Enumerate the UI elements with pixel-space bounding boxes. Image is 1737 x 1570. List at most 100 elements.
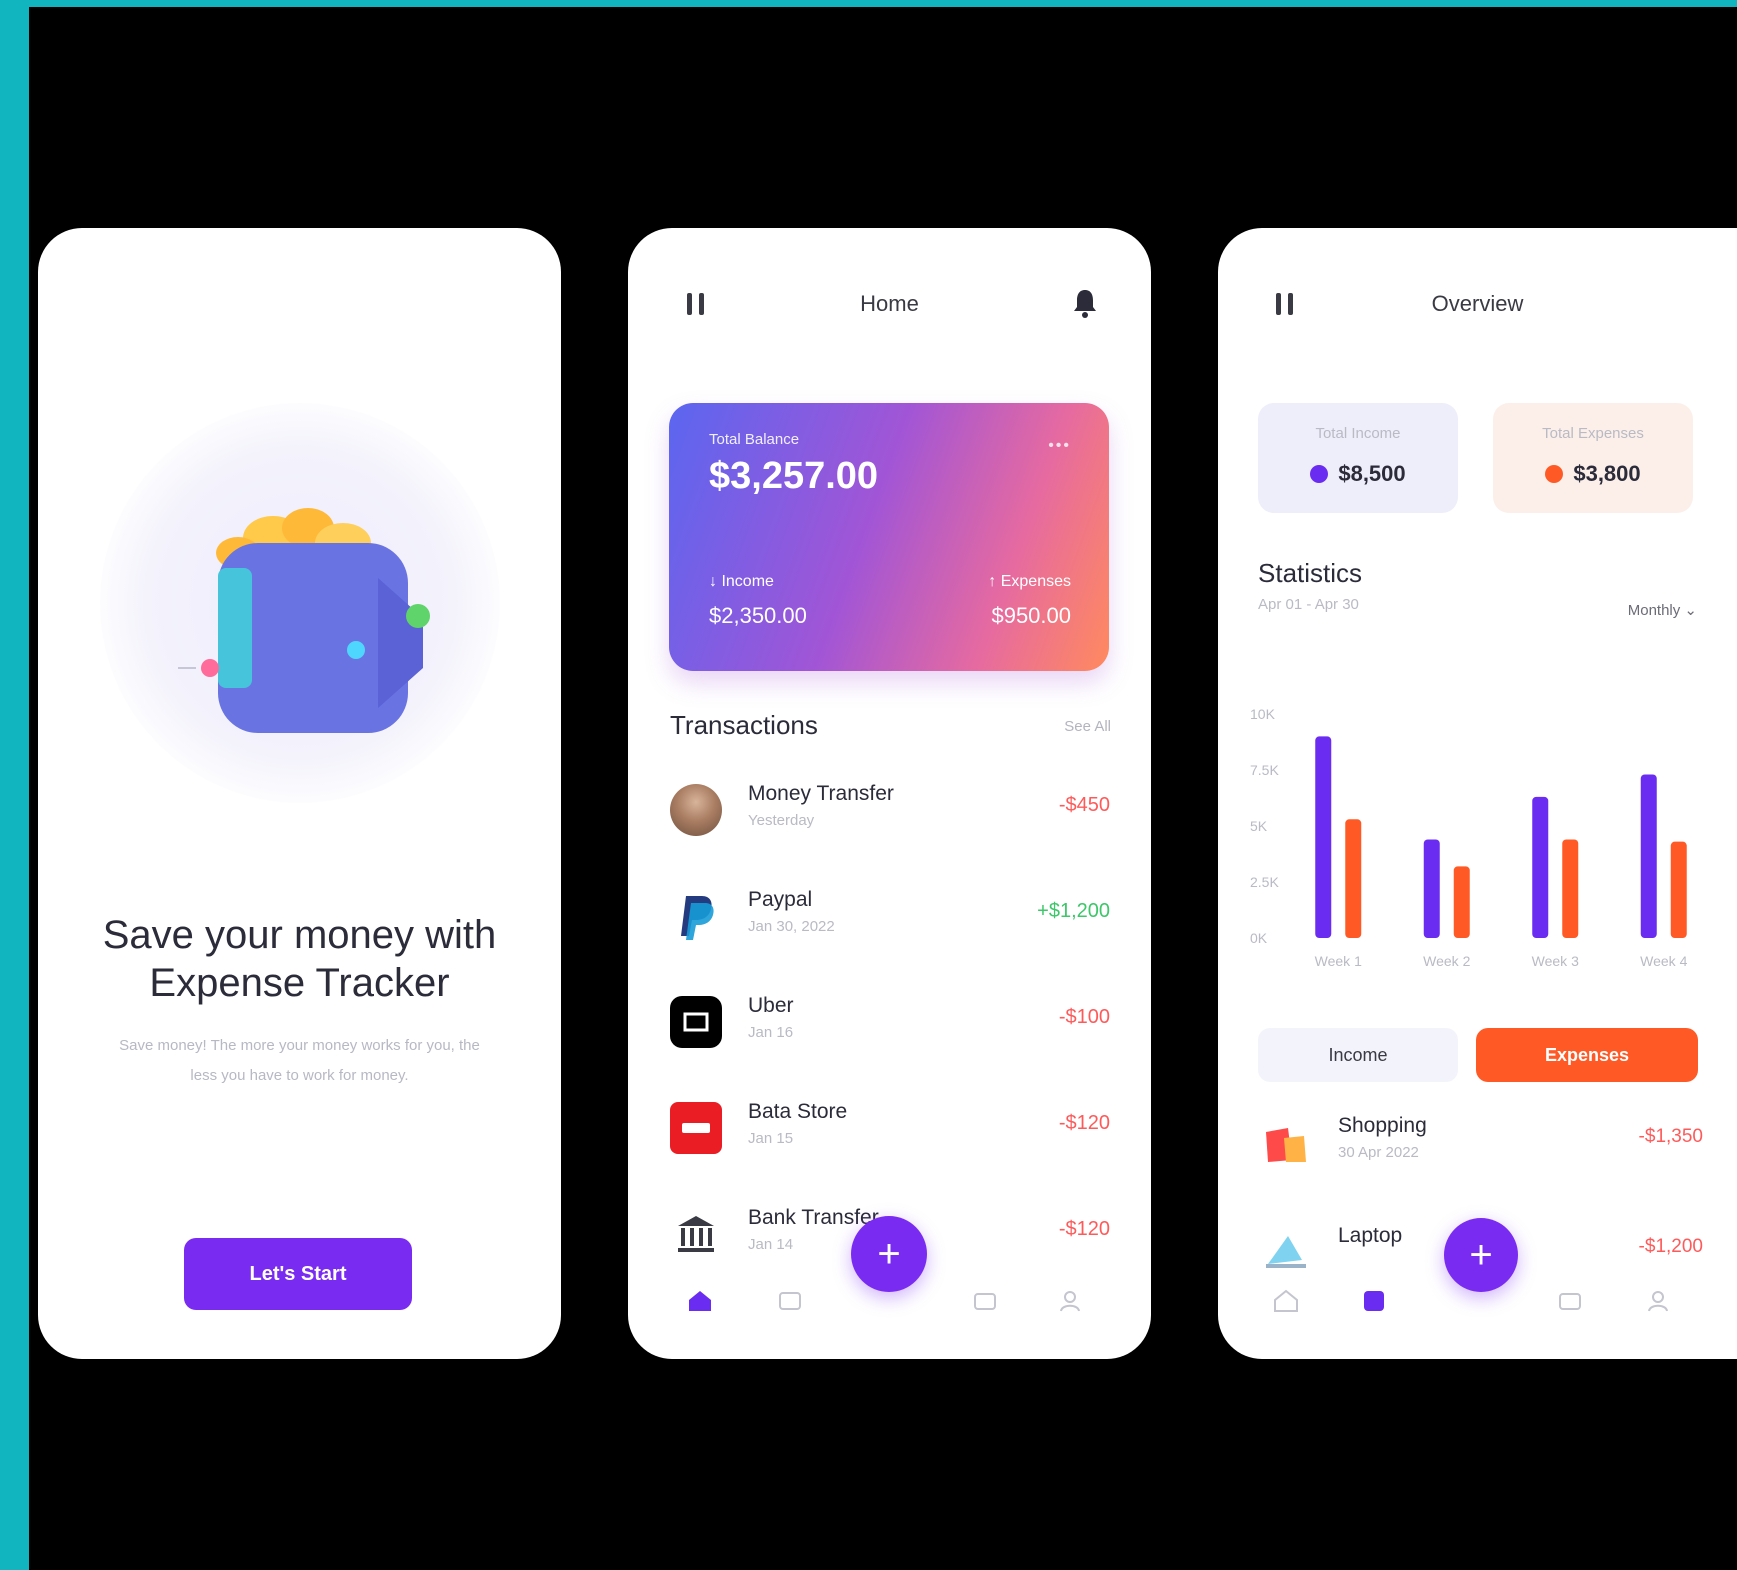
expense-summary-value-row: $3,800 [1493,461,1693,487]
transaction-date: Jan 30, 2022 [748,918,835,935]
income-bar[interactable] [1532,796,1549,938]
statistics-bar-chart: 10K 7.5K 5K 2.5K 0K Week 1 Week 2 Week 3 Week 4 [1250,706,1688,969]
x-tick-label: Week 2 [1423,953,1470,969]
add-button[interactable]: + [851,1216,927,1292]
card-more-icon[interactable]: ••• [1048,437,1071,455]
category-name: Laptop [1338,1224,1403,1247]
home-nav-icon[interactable] [686,1287,714,1315]
expense-summary-value: $3,800 [1573,461,1641,486]
overview-screen: Overview Total Income $8,500 Total Expen… [1218,228,1737,1359]
transaction-amount: -$120 [1058,1218,1110,1240]
transaction-date: Jan 14 [748,1236,794,1253]
x-tick-label: Week 4 [1640,953,1687,969]
bank-icon [670,1208,722,1260]
onboarding-description: Save money! The more your money works fo… [119,1037,480,1084]
wallet-nav-icon[interactable] [1556,1287,1584,1315]
transaction-date: Jan 16 [748,1024,794,1041]
laptop-icon [1258,1224,1314,1280]
transaction-row[interactable]: Bata Store Jan 15 -$120 [670,1094,1110,1164]
transaction-name: Bank Transfer [748,1206,879,1229]
bottom-nav [1218,1283,1737,1323]
expense-label: ↑ Expenses [988,573,1071,590]
category-row[interactable]: Shopping 30 Apr 2022 -$1,350 [1258,1108,1703,1172]
expense-summary-card[interactable]: Total Expenses $3,800 [1493,403,1693,513]
category-amount: -$1,350 [1638,1126,1703,1147]
income-label: ↓ Income [709,573,774,590]
income-expense-toggle: Income Expenses [1258,1028,1703,1082]
transaction-name: Money Transfer [748,782,894,805]
income-summary-value-row: $8,500 [1258,461,1458,487]
transaction-amount: +$1,200 [1037,900,1110,922]
income-dot-icon [1310,465,1329,483]
home-header: Home [628,283,1151,323]
paypal-icon [670,890,722,942]
income-value: $2,350.00 [709,603,807,628]
shopping-bag-icon [1258,1114,1314,1170]
expense-value: $950.00 [991,603,1071,628]
transaction-row[interactable]: Paypal Jan 30, 2022 +$1,200 [670,882,1110,952]
page-title: Overview [1431,291,1524,316]
avatar [670,784,722,836]
y-tick-label: 10K [1250,706,1276,722]
income-bar[interactable] [1423,839,1440,938]
bottom-nav [628,1283,1151,1323]
income-tab[interactable]: Income [1258,1028,1458,1082]
see-all-link[interactable]: See All [1064,718,1111,735]
statistics-date-range: Apr 01 - Apr 30 [1258,596,1359,613]
expense-bar[interactable] [1345,819,1362,938]
balance-label: Total Balance [709,431,800,448]
background-frame-left [0,0,29,1570]
onboarding-screen: Save your money with Expense Tracker Sav… [38,228,561,1359]
income-bar[interactable] [1315,736,1332,938]
period-dropdown[interactable]: Monthly ⌄ [1628,601,1697,619]
income-bar[interactable] [1640,774,1657,938]
transaction-row[interactable]: Money Transfer Yesterday -$450 [670,776,1110,846]
transactions-title: Transactions [670,710,818,740]
category-amount: -$1,200 [1638,1236,1703,1257]
y-tick-label: 7.5K [1250,762,1279,778]
category-date: 30 Apr 2022 [1338,1144,1419,1161]
onboarding-title: Save your money with Expense Tracker [102,913,497,1005]
expense-dot-icon [1545,465,1564,483]
background-frame-top [0,0,1737,7]
transaction-amount: -$120 [1058,1112,1110,1134]
income-summary-value: $8,500 [1338,461,1406,486]
profile-nav-icon[interactable] [1644,1287,1672,1315]
expense-bar[interactable] [1562,839,1579,938]
transaction-amount: -$100 [1058,1006,1110,1028]
expenses-tab[interactable]: Expenses [1476,1028,1698,1082]
home-screen: Home Total Balance $3,257.00 ••• ↓ Incom… [628,228,1151,1359]
expense-bar[interactable] [1453,866,1470,938]
expense-summary-label: Total Expenses [1542,425,1644,442]
y-tick-label: 2.5K [1250,874,1279,890]
expense-bar[interactable] [1670,841,1687,938]
y-tick-label: 0K [1250,930,1268,946]
income-label-text: Income [721,573,774,590]
home-nav-icon[interactable] [1272,1287,1300,1315]
wallet-nav-icon[interactable] [971,1287,999,1315]
balance-amount: $3,257.00 [709,455,879,497]
bata-icon [670,1102,722,1154]
uber-icon [670,996,722,1048]
expense-label-text: Expenses [1000,573,1071,590]
transaction-name: Paypal [748,888,813,911]
balance-card[interactable]: Total Balance $3,257.00 ••• ↓ Income $2,… [669,403,1109,671]
transaction-row[interactable]: Uber Jan 16 -$100 [670,988,1110,1058]
transaction-date: Yesterday [748,812,815,829]
category-name: Shopping [1338,1114,1427,1137]
chart-nav-icon[interactable] [1360,1287,1388,1315]
notification-bell-icon[interactable] [1071,287,1099,319]
transaction-name: Uber [748,994,794,1017]
lets-start-button[interactable]: Let's Start [184,1238,412,1310]
add-button[interactable]: + [1444,1218,1518,1292]
profile-nav-icon[interactable] [1056,1287,1084,1315]
transaction-date: Jan 15 [748,1130,794,1147]
transaction-amount: -$450 [1058,794,1110,816]
transaction-name: Bata Store [748,1100,848,1123]
y-tick-label: 5K [1250,818,1268,834]
income-summary-card[interactable]: Total Income $8,500 [1258,403,1458,513]
wallet-illustration [178,498,478,758]
chart-nav-icon[interactable] [776,1287,804,1315]
overview-header: Overview [1218,283,1737,323]
income-summary-label: Total Income [1315,425,1401,442]
